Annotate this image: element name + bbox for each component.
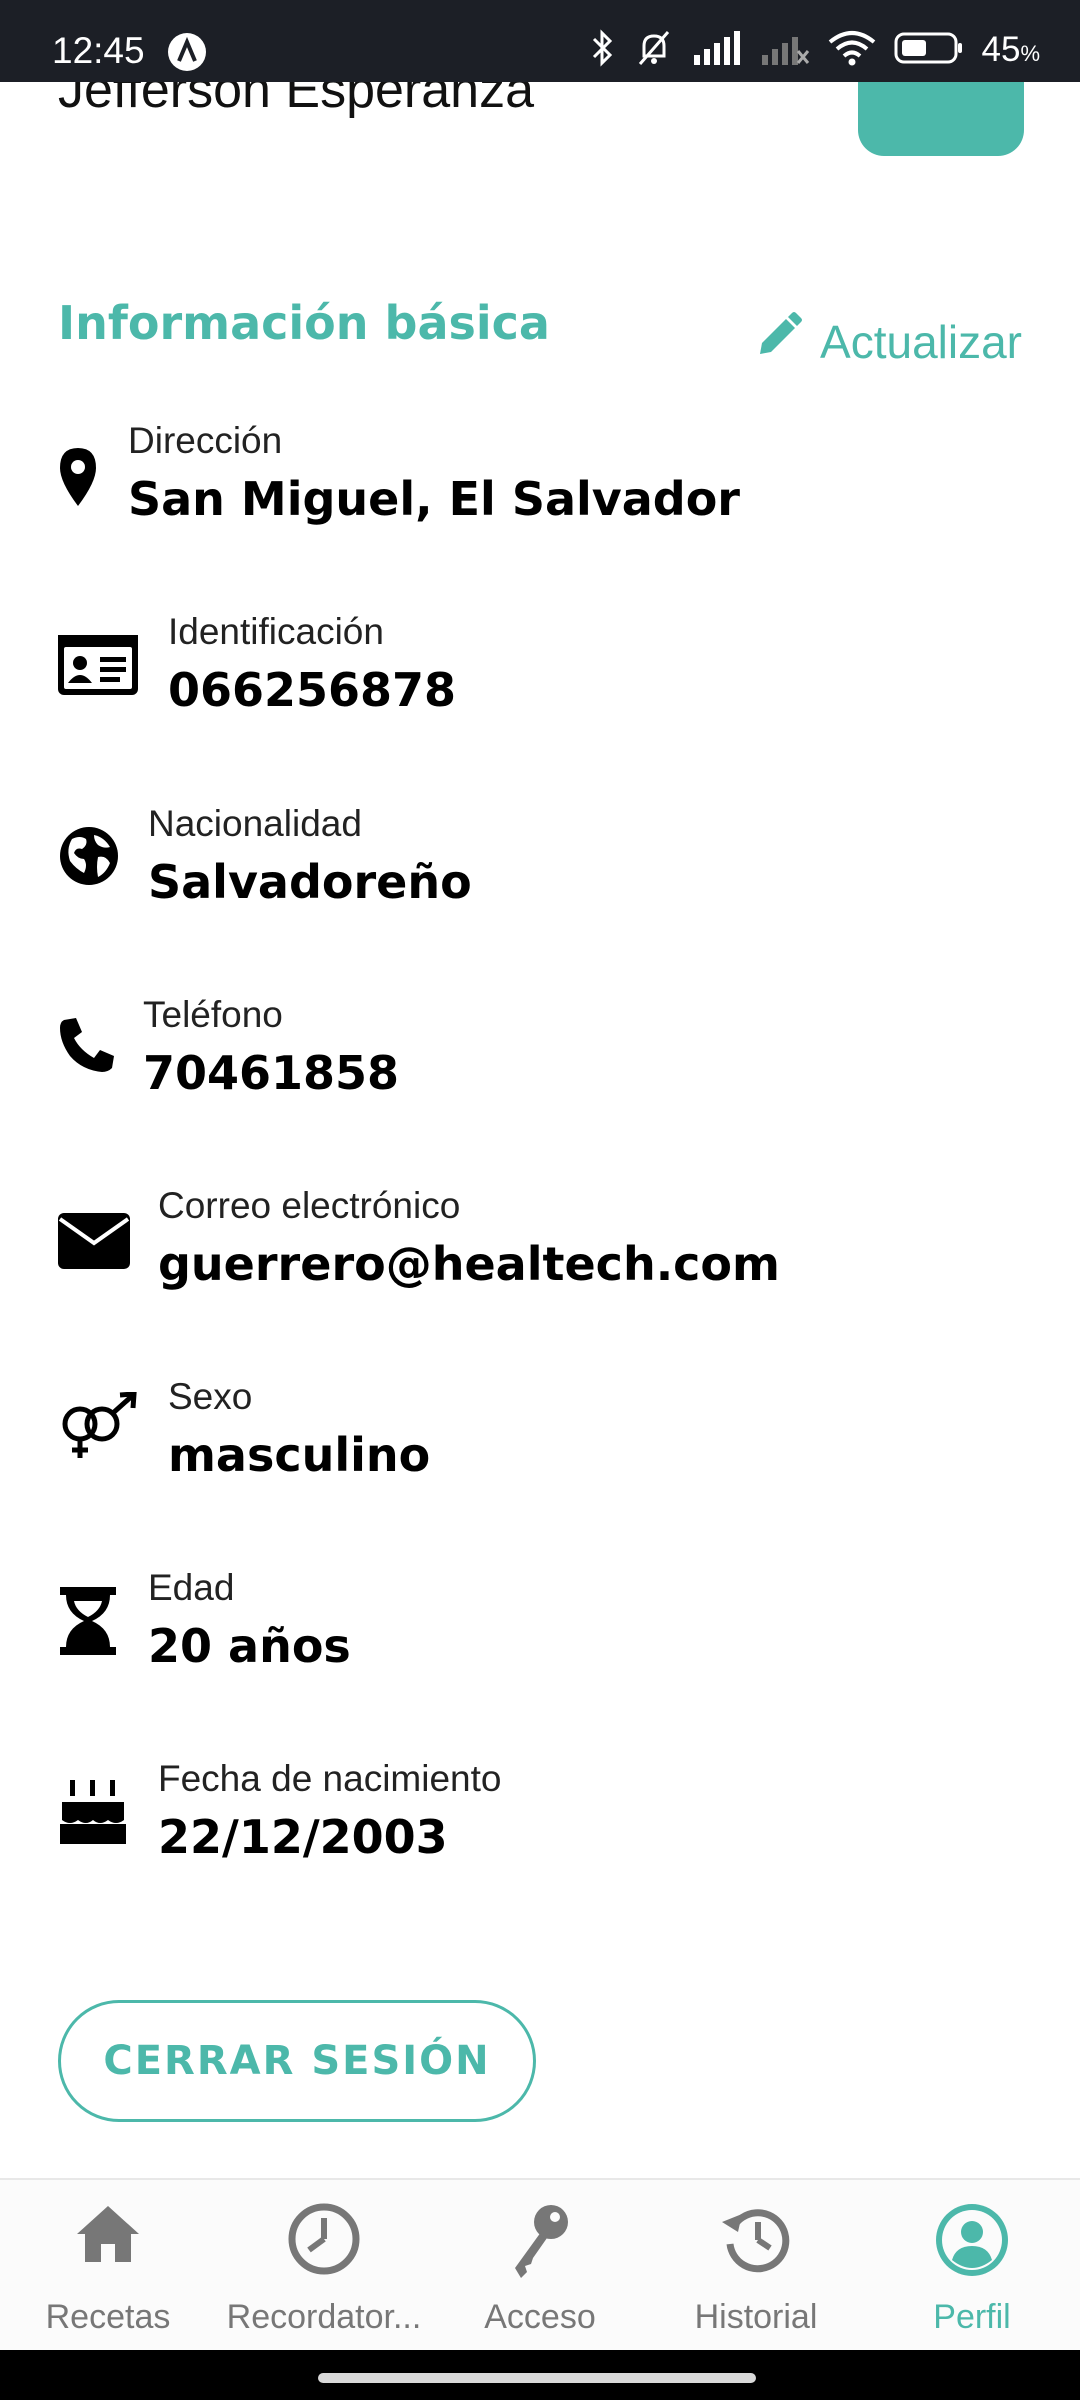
info-label: Dirección (128, 420, 283, 461)
signal-no-icon (760, 31, 810, 69)
user-icon (934, 2202, 1010, 2282)
clock-icon (287, 2202, 361, 2280)
bell-off-icon (634, 28, 674, 72)
nav-item-recetas[interactable]: Recetas (0, 2180, 216, 2352)
nav-item-recordatorios[interactable]: Recordator... (216, 2180, 432, 2352)
location-pin-icon (58, 446, 98, 512)
battery-percent-unit: % (1020, 41, 1040, 66)
info-label: Correo electrónico (158, 1185, 461, 1226)
bluetooth-icon (590, 28, 616, 72)
envelope-icon (58, 1213, 130, 1273)
nav-label: Recetas (45, 2298, 171, 2336)
section-title: Información básica (58, 296, 550, 350)
status-icons: 45% (590, 28, 1041, 72)
info-value: guerrero@healtech.com (158, 1237, 780, 1291)
bottom-navigation: Recetas Recordator... Acceso Historial P… (0, 2178, 1080, 2350)
id-card-icon (58, 633, 138, 701)
update-label: Actualizar (820, 315, 1022, 368)
info-value: 70461858 (143, 1046, 400, 1100)
battery-icon (894, 31, 964, 69)
battery-percent-value: 45 (981, 30, 1021, 69)
nav-label: Acceso (484, 2298, 596, 2336)
nav-label: Perfil (933, 2298, 1011, 2336)
info-label: Edad (148, 1567, 235, 1608)
birthday-cake-icon (58, 1774, 128, 1850)
battery-percent: 45% (982, 30, 1041, 70)
signal-icon (692, 31, 742, 69)
status-bar: 12:45 45% (0, 0, 1080, 82)
info-value: Salvadoreño (148, 855, 472, 909)
logout-button[interactable]: CERRAR SESIÓN (58, 2000, 536, 2122)
info-label: Sexo (168, 1376, 253, 1417)
gender-icon (58, 1391, 140, 1468)
globe-icon (58, 825, 120, 891)
history-icon (720, 2202, 792, 2278)
home-gesture-bar[interactable] (318, 2373, 756, 2383)
info-value: San Miguel, El Salvador (128, 472, 740, 526)
hourglass-icon (58, 1585, 118, 1661)
phone-icon (58, 1016, 116, 1078)
pencil-icon (752, 310, 804, 373)
status-time: 12:45 (52, 30, 145, 71)
update-button[interactable]: Actualizar (752, 310, 1022, 373)
nav-item-perfil[interactable]: Perfil (864, 2180, 1080, 2352)
nav-item-historial[interactable]: Historial (648, 2180, 864, 2352)
nav-label: Historial (694, 2298, 818, 2336)
wifi-icon (828, 30, 876, 70)
nav-item-acceso[interactable]: Acceso (432, 2180, 648, 2352)
info-label: Identificación (168, 611, 384, 652)
home-icon (73, 2202, 143, 2268)
nav-label: Recordator... (226, 2298, 422, 2336)
key-icon (507, 2202, 573, 2286)
app-notification-icon (168, 33, 206, 71)
info-value: 20 años (148, 1619, 351, 1673)
info-label: Teléfono (143, 994, 283, 1035)
info-value: 22/12/2003 (158, 1810, 448, 1864)
info-label: Fecha de nacimiento (158, 1758, 502, 1799)
info-value: masculino (168, 1428, 431, 1482)
info-label: Nacionalidad (148, 803, 362, 844)
info-value: 066256878 (168, 663, 457, 717)
